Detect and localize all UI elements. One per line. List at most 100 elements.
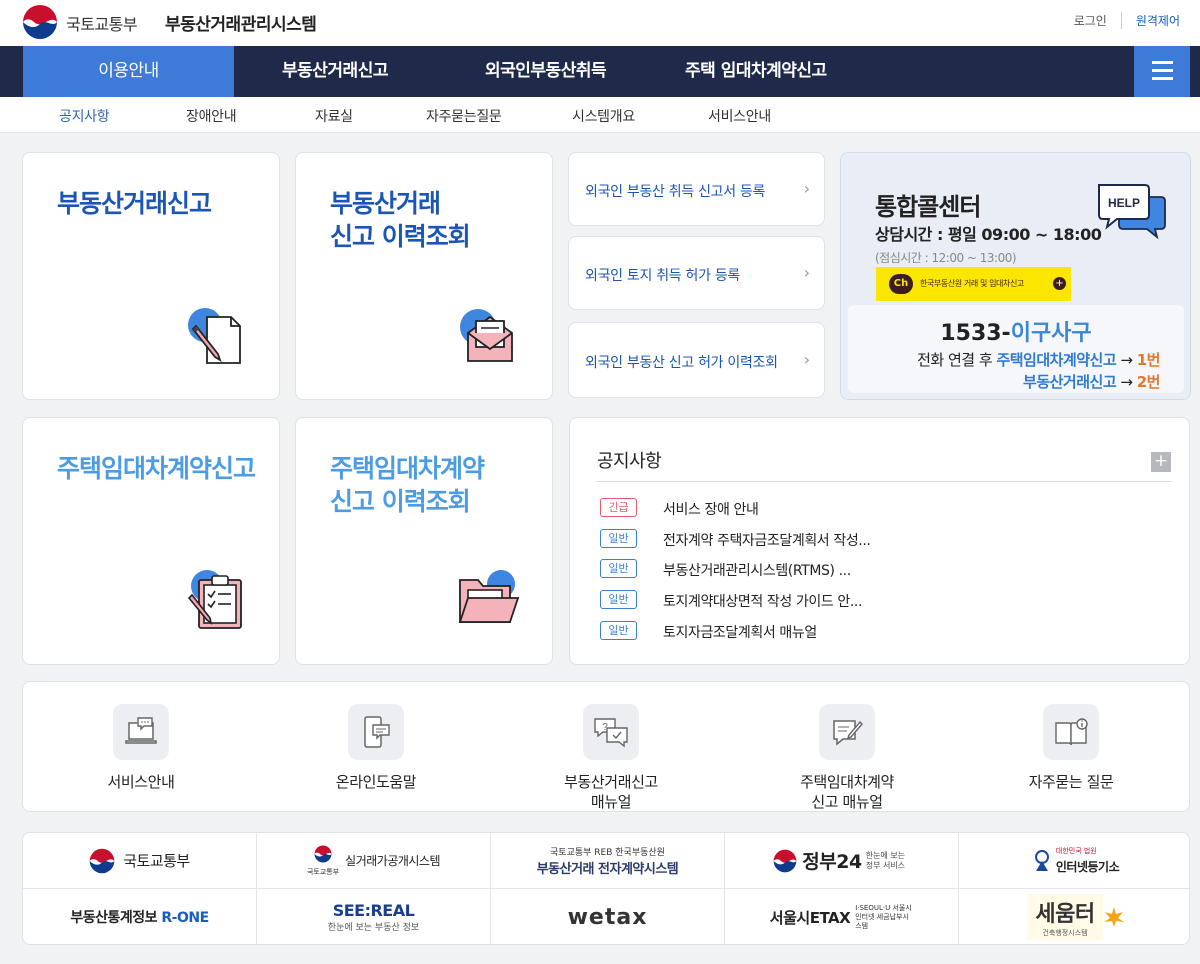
government-emblem-icon[interactable]	[22, 4, 58, 40]
notice-item-title[interactable]: 토지계약대상면적 작성 가이드 안...	[663, 591, 862, 611]
general-badge: 일반	[600, 529, 637, 548]
quick-online-help[interactable]: 온라인도움말	[276, 704, 476, 792]
arrow-right-icon: →	[1116, 373, 1137, 391]
general-badge: 일반	[600, 621, 637, 640]
molit-mini-label: 국토교통부	[306, 867, 340, 876]
remote-control-link[interactable]: 원격제어	[1120, 12, 1180, 29]
site-label: 서울시ETAX	[769, 908, 851, 927]
site-label: 인터넷등기소	[1055, 860, 1120, 874]
quick-lease-manual[interactable]: 주택임대차계약 신고 매뉴얼	[747, 704, 947, 812]
envelope-letter-icon	[460, 309, 513, 362]
plus-icon: +	[1053, 277, 1066, 290]
site-gov24[interactable]: 정부24 한눈에 보는 정부 서비스	[725, 833, 959, 889]
line-service: 주택임대차계약신고	[996, 351, 1117, 369]
call-center-title: 통합콜센터	[875, 193, 981, 221]
notice-item[interactable]: 긴급 서비스 장애 안내	[600, 498, 1160, 518]
site-label: 국토교통부	[123, 852, 190, 870]
notice-title: 공지사항	[597, 451, 662, 472]
notice-item[interactable]: 일반 전자계약 주택자금조달계획서 작성...	[600, 529, 1160, 549]
kakao-channel-button[interactable]: Ch 한국부동산원 거래 및 임대차신고 +	[876, 267, 1071, 301]
government-emblem-icon	[773, 849, 797, 872]
tab-notice[interactable]: 공지사항	[59, 106, 110, 126]
ministry-name: 국토교통부	[66, 15, 138, 34]
quick-label: 주택임대차계약 신고 매뉴얼	[800, 773, 894, 811]
notice-item[interactable]: 일반 토지자금조달계획서 매뉴얼	[600, 621, 1160, 641]
link-label: 외국인 토지 취득 허가 등록	[585, 268, 740, 284]
urgent-badge: 긴급	[600, 498, 637, 517]
system-title[interactable]: 부동산거래관리시스템	[165, 10, 317, 35]
tab-service-guide[interactable]: 서비스안내	[708, 106, 771, 126]
arrow-right-icon: →	[1116, 351, 1137, 369]
kakao-channel-label: 한국부동산원 거래 및 임대차신고	[920, 279, 1024, 288]
quick-realestate-manual[interactable]: ? 부동산거래신고 매뉴얼	[511, 704, 711, 812]
site-e-contract[interactable]: 국토교통부 REB 한국부동산원 부동산거래 전자계약시스템	[491, 833, 725, 889]
quick-faq[interactable]: 자주묻는 질문	[971, 704, 1171, 792]
line-prefix: 전화 연결 후	[917, 351, 997, 369]
top-header: 국토교통부 부동산거래관리시스템 로그인 원격제어	[0, 0, 1200, 46]
site-rone[interactable]: 부동산통계정보 R-ONE	[23, 889, 257, 944]
iros-top-label: 대한민국 법원	[1055, 847, 1097, 855]
utility-links: 로그인 원격제어	[1060, 12, 1180, 29]
foreign-land-permit-link[interactable]: 외국인 토지 취득 허가 등록 ›	[568, 236, 825, 310]
notice-item-title[interactable]: 서비스 장애 안내	[663, 499, 759, 519]
link-label: 외국인 부동산 취득 신고서 등록	[585, 184, 766, 200]
question-chat-icon: ?	[583, 704, 639, 760]
realestate-history-card[interactable]: 부동산거래 신고 이력조회	[295, 152, 553, 400]
gnb-realestate-report[interactable]: 부동산거래신고	[282, 46, 388, 97]
site-iros[interactable]: 대한민국 법원 인터넷등기소	[959, 833, 1189, 889]
government-emblem-icon	[314, 845, 332, 862]
lease-line-guide: 전화 연결 후 주택임대차계약신고 → 1번	[917, 349, 1160, 370]
notice-item[interactable]: 일반 부동산거래관리시스템(RTMS) ...	[600, 559, 1160, 579]
reb-top-label: 국토교통부 REB 한국부동산원	[550, 847, 665, 858]
gnb-usage-guide[interactable]: 이용안내	[23, 46, 234, 97]
foreign-history-link[interactable]: 외국인 부동산 신고 허가 이력조회 ›	[568, 322, 825, 398]
laptop-chat-icon	[113, 704, 169, 760]
gnb-foreign-acquisition[interactable]: 외국인부동산취득	[485, 46, 607, 97]
help-bubble-icon: HELP	[1098, 184, 1166, 240]
notice-item-title[interactable]: 토지자금조달계획서 매뉴얼	[663, 622, 817, 642]
rone-prefix: 부동산통계정보	[70, 910, 162, 926]
chevron-right-icon: ›	[803, 263, 810, 282]
line-number: 1번	[1136, 351, 1161, 369]
site-seereal[interactable]: SEE:REAL 한눈에 보는 부동산 정보	[257, 889, 491, 944]
more-plus-button[interactable]: +	[1151, 452, 1171, 472]
tab-system-overview[interactable]: 시스템개요	[572, 106, 635, 126]
gnb-lease-report[interactable]: 주택 임대차계약신고	[685, 46, 827, 97]
site-label: SEE:REAL	[332, 901, 415, 920]
notice-item-title[interactable]: 전자계약 주택자금조달계획서 작성...	[663, 530, 871, 550]
call-center-hours: 상담시간 : 평일 09:00 ~ 18:00	[875, 225, 1102, 244]
site-molit[interactable]: 국토교통부	[23, 833, 257, 889]
site-label: 부동산거래 전자계약시스템	[536, 861, 679, 877]
menu-icon[interactable]	[1134, 46, 1190, 97]
site-wetax[interactable]: wetax	[491, 889, 725, 944]
login-link[interactable]: 로그인	[1060, 12, 1121, 29]
quick-links: 서비스안내 온라인도움말 ? 부동산거래신고 매뉴얼 주택임대차계약 신고 매뉴…	[22, 681, 1190, 812]
chevron-right-icon: ›	[803, 350, 810, 369]
notice-item[interactable]: 일반 토지계약대상면적 작성 가이드 안...	[600, 590, 1160, 610]
document-pen-icon	[188, 308, 241, 364]
site-seoul-etax[interactable]: 서울시ETAX I·SEOUL·U 서울시 인터넷 세금납부시스템	[725, 889, 959, 944]
site-seumteo[interactable]: 세움터 건축행정시스템	[959, 889, 1189, 944]
rone-brand: R-ONE	[161, 910, 209, 926]
gov24-sub-label: 한눈에 보는 정부 서비스	[865, 850, 906, 870]
realestate-line-guide: 부동산거래신고 → 2번	[1023, 371, 1160, 392]
lease-report-card[interactable]: 주택임대차계약신고	[22, 417, 280, 665]
quick-service-guide[interactable]: 서비스안내	[41, 704, 241, 792]
quick-label: 서비스안내	[107, 773, 175, 791]
tab-library[interactable]: 자료실	[315, 106, 353, 126]
maple-leaf-icon	[1103, 907, 1124, 927]
related-sites: 국토교통부 국토교통부 실거래가공개시스템 국토교통부 REB 한국부동산원 부…	[22, 832, 1190, 945]
site-real-price[interactable]: 국토교통부 실거래가공개시스템	[257, 833, 491, 889]
court-emblem-icon	[1034, 849, 1049, 871]
foreign-acquisition-report-link[interactable]: 외국인 부동산 취득 신고서 등록 ›	[568, 152, 825, 226]
quick-label: 온라인도움말	[335, 773, 417, 791]
tab-outage[interactable]: 장애안내	[186, 106, 237, 126]
realestate-report-card[interactable]: 부동산거래신고	[22, 152, 280, 400]
tab-faq[interactable]: 자주묻는질문	[426, 106, 502, 126]
notice-board: 공지사항 + 긴급 서비스 장애 안내 일반 전자계약 주택자금조달계획서 작성…	[569, 417, 1190, 665]
lease-history-card[interactable]: 주택임대차계약 신고 이력조회	[295, 417, 553, 665]
chevron-right-icon: ›	[803, 179, 810, 198]
call-center-panel: 통합콜센터 상담시간 : 평일 09:00 ~ 18:00 (점심시간 : 12…	[840, 152, 1191, 400]
site-label: 세움터	[1035, 902, 1095, 927]
notice-item-title[interactable]: 부동산거래관리시스템(RTMS) ...	[663, 560, 851, 580]
